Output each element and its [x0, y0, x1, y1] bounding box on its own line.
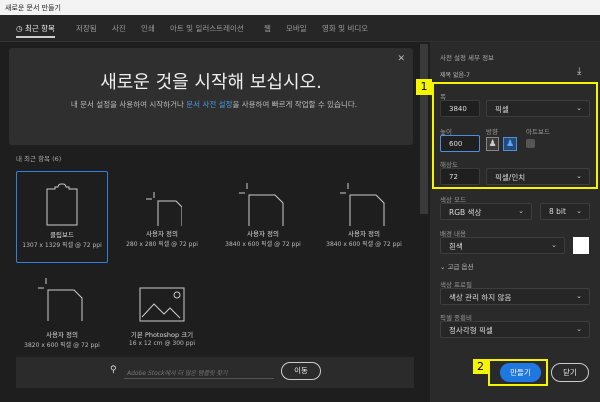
annotation-2: 2 — [473, 359, 488, 374]
preset-header: 사전 설정 세부 정보 — [440, 54, 495, 62]
advanced-options-toggle[interactable]: ⌄ 고급 옵션 — [440, 261, 474, 271]
item-size: 280 x 280 픽셀 @ 72 ppi — [126, 241, 198, 248]
item-size: 3840 x 600 픽셀 @ 72 ppi — [225, 241, 301, 248]
item-size: 3820 x 600 픽셀 @ 72 ppi — [24, 342, 100, 349]
recent-item[interactable]: 사용자 정의 3840 x 600 픽셀 @ 72 ppi — [217, 171, 309, 263]
welcome-banner: ✕ 새로운 것을 시작해 보십시오. 내 문서 설정을 사용하여 시작하거나 문… — [9, 48, 413, 145]
background-color-swatch[interactable] — [573, 237, 589, 254]
recent-item[interactable]: 사용자 정의 3840 x 600 픽셀 @ 72 ppi — [318, 171, 410, 263]
close-icon[interactable]: ✕ — [397, 54, 405, 64]
custom-doc-icon — [239, 183, 284, 226]
presets-link[interactable]: 문서 사전 설정 — [186, 100, 232, 109]
go-button[interactable]: 이동 — [281, 362, 321, 380]
save-preset-icon[interactable]: ⤓ — [577, 66, 581, 77]
close-button[interactable]: 닫기 — [551, 363, 589, 382]
tab-photo[interactable]: 사진 — [112, 23, 126, 34]
item-name: 기본 Photoshop 크기 — [130, 331, 194, 339]
custom-doc-icon — [146, 192, 182, 226]
recent-label: 내 최근 항목 (6) — [16, 155, 62, 163]
search-icon: ⚲ — [110, 365, 117, 375]
tab-web[interactable]: 웹 — [264, 23, 271, 34]
clock-icon: ◷ — [16, 24, 25, 33]
background-select[interactable]: 흰색 ⌄ — [440, 237, 565, 254]
image-icon — [139, 287, 185, 322]
color-mode-value: RGB 색상 — [449, 208, 482, 217]
background-value: 흰색 — [449, 242, 463, 251]
annotation-1: 1 — [416, 79, 432, 95]
advanced-label: 고급 옵션 — [447, 263, 474, 271]
pixel-ratio-select[interactable]: 정사각형 픽셀 ⌄ — [440, 321, 590, 338]
chevron-down-icon: ⌄ — [576, 207, 582, 215]
category-tabs: ◷ 최근 항목 저장됨 사진 인쇄 아트 및 일러스트레이션 웹 모바일 영화 … — [0, 15, 600, 42]
tab-film[interactable]: 영화 및 비디오 — [322, 23, 368, 34]
banner-title: 새로운 것을 시작해 보십시오. — [100, 72, 322, 93]
chevron-down-icon: ⌄ — [576, 292, 582, 300]
chevron-down-icon: ⌄ — [440, 263, 448, 271]
recent-item[interactable]: 사용자 정의 3820 x 600 픽셀 @ 72 ppi — [16, 272, 108, 364]
bit-depth-value: 8 bit — [549, 207, 566, 216]
chevron-down-icon: ⌄ — [576, 325, 582, 333]
banner-text-start: 내 문서 설정을 사용하여 시작하거나 — [70, 100, 187, 109]
tab-mobile[interactable]: 모바일 — [286, 23, 307, 34]
recent-item[interactable]: 기본 Photoshop 크기 16 x 12 cm @ 300 ppi — [116, 272, 208, 364]
color-profile-select[interactable]: 색상 관리 하지 않음 ⌄ — [440, 288, 590, 305]
item-name: 사용자 정의 — [46, 331, 78, 339]
custom-doc-icon — [340, 183, 385, 226]
item-name: 클립보드 — [50, 231, 74, 239]
tab-label: 최근 항목 — [24, 24, 55, 33]
item-name: 사용자 정의 — [146, 230, 178, 238]
color-mode-select[interactable]: RGB 색상 ⌄ — [440, 203, 532, 220]
color-profile-value: 색상 관리 하지 않음 — [449, 293, 512, 302]
chevron-down-icon: ⌄ — [551, 241, 557, 249]
item-name: 사용자 정의 — [348, 230, 380, 238]
tab-saved[interactable]: 저장됨 — [76, 23, 97, 34]
item-name: 사용자 정의 — [247, 230, 279, 238]
custom-doc-icon — [38, 278, 83, 321]
banner-text: 내 문서 설정을 사용하여 시작하거나 문서 사전 설정을 사용하여 빠르게 작… — [64, 98, 364, 111]
window-title: 새로운 문서 만들기 — [0, 0, 600, 15]
item-size: 16 x 12 cm @ 300 ppi — [128, 340, 196, 347]
recent-item[interactable]: 클립보드 1307 x 1329 픽셀 @ 72 ppi — [16, 171, 108, 263]
pixel-ratio-value: 정사각형 픽셀 — [449, 326, 493, 335]
highlight-box-1 — [432, 82, 598, 189]
tab-recent[interactable]: ◷ 최근 항목 — [16, 23, 55, 38]
chevron-down-icon: ⌄ — [518, 207, 524, 215]
stock-search-input[interactable]: Adobe Stock에서 더 많은 템플릿 찾기 — [124, 365, 274, 379]
document-name[interactable]: 제목 없음-7 — [440, 70, 470, 79]
bit-depth-select[interactable]: 8 bit ⌄ — [540, 203, 590, 220]
banner-text-end: 을 사용하여 빠르게 작업할 수 있습니다. — [232, 100, 358, 109]
stock-search-bar: ⚲ Adobe Stock에서 더 많은 템플릿 찾기 이동 — [16, 357, 414, 388]
tab-art[interactable]: 아트 및 일러스트레이션 — [170, 23, 244, 34]
scrollbar[interactable] — [420, 44, 428, 214]
item-size: 3840 x 600 픽셀 @ 72 ppi — [326, 241, 402, 248]
recent-item[interactable]: 사용자 정의 280 x 280 픽셀 @ 72 ppi — [116, 171, 208, 263]
tab-print[interactable]: 인쇄 — [141, 23, 155, 34]
clipboard-icon — [46, 183, 78, 226]
highlight-box-2 — [488, 359, 548, 386]
item-size: 1307 x 1329 픽셀 @ 72 ppi — [22, 242, 102, 249]
